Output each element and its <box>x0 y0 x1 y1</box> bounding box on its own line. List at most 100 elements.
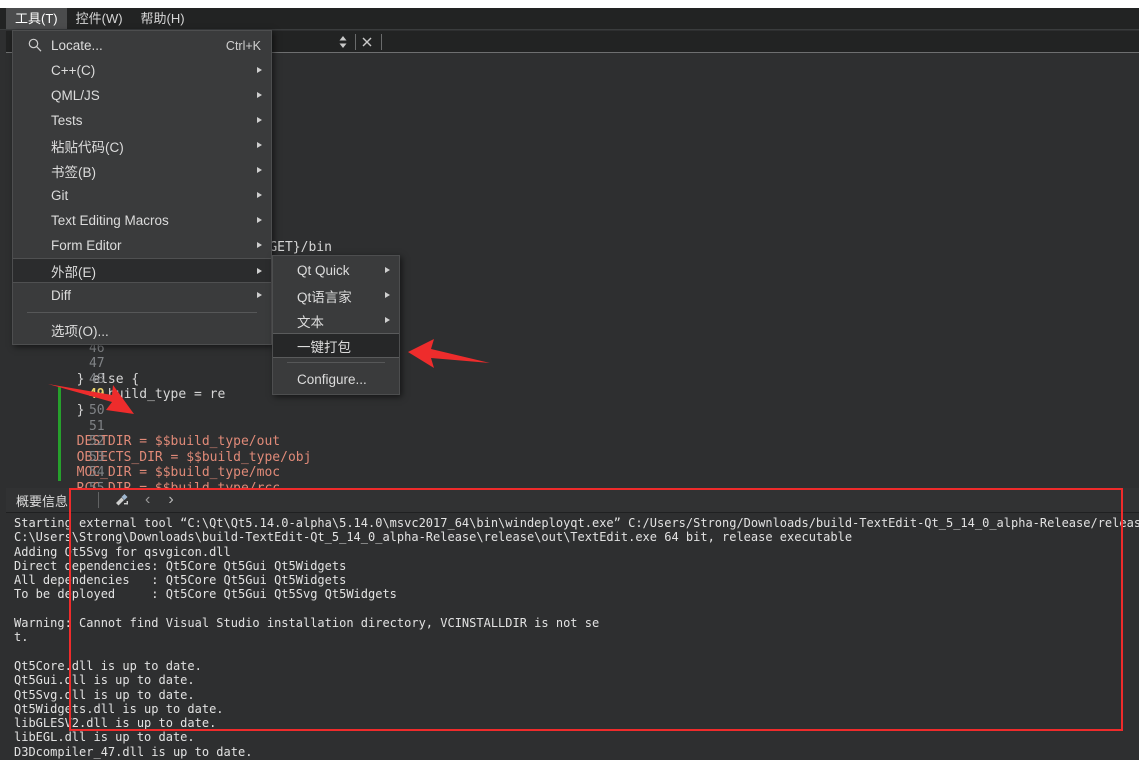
submenu-item-qt-linguist[interactable]: Qt语言家 <box>273 283 399 308</box>
menu-item-external[interactable]: 外部(E) <box>13 258 271 283</box>
submenu-item-qt-quick[interactable]: Qt Quick <box>273 258 399 283</box>
tools-menu-popup[interactable]: Locate... Ctrl+K C++(C) QML/JS Tests 粘贴代… <box>12 30 272 345</box>
code-line-current[interactable]: 49 <box>6 371 1139 402</box>
output-pane-header: 概要信息 ‹ › <box>6 488 1139 513</box>
console-line: Warning: Cannot find Visual Studio insta… <box>14 616 600 631</box>
toolbar-separator-2 <box>381 34 382 50</box>
chevron-right-icon <box>385 292 390 298</box>
menu-item-form-editor[interactable]: Form Editor <box>13 233 271 258</box>
code-line[interactable]: 48 } <box>6 356 1139 418</box>
console-line: t. <box>14 630 29 645</box>
chevron-right-icon <box>257 67 262 73</box>
menu-item-tests[interactable]: Tests <box>13 108 271 133</box>
external-submenu-popup[interactable]: Qt Quick Qt语言家 文本 一键打包 Configure... <box>272 255 400 395</box>
menu-item-label: 书签(B) <box>51 164 96 180</box>
submenu-item-label: Configure... <box>297 372 367 387</box>
chevron-right-icon <box>257 117 262 123</box>
menu-item-diff[interactable]: Diff <box>13 283 271 308</box>
console-line: Adding Qt5Svg for qsvgicon.dll <box>14 544 231 559</box>
submenu-item-label: 文本 <box>297 314 324 330</box>
console-line: All dependencies : Qt5Core Qt5Gui Qt5Wid… <box>14 573 347 588</box>
menu-item-label: 外部(E) <box>51 264 96 280</box>
menu-item-options[interactable]: 选项(O)... <box>13 317 271 342</box>
output-pane-title: 概要信息 <box>16 493 69 509</box>
code-line[interactable]: 52 MOC_DIR = $$build_type/moc <box>6 418 1139 480</box>
clear-pane-icon[interactable] <box>113 491 131 509</box>
menu-item-text-editing-macros[interactable]: Text Editing Macros <box>13 208 271 233</box>
menu-item-label: C++(C) <box>51 63 96 78</box>
sort-updown-icon[interactable] <box>336 34 350 50</box>
console-line: libGLESV2.dll is up to date. <box>14 716 217 731</box>
chevron-right-icon <box>257 268 262 274</box>
submenu-item-label: Qt语言家 <box>297 289 352 305</box>
submenu-item-label: Qt Quick <box>297 263 350 278</box>
menu-item-label: Tests <box>51 113 83 128</box>
chevron-right-icon <box>257 92 262 98</box>
console-line: To be deployed : Qt5Core Qt5Gui Qt5Svg Q… <box>14 587 397 602</box>
menu-item-qmljs[interactable]: QML/JS <box>13 83 271 108</box>
menu-item-shortcut: Ctrl+K <box>225 38 261 53</box>
menu-item-label: Text Editing Macros <box>51 213 169 228</box>
code-line[interactable]: 50 DESTDIR = $$build_type/out <box>6 387 1139 449</box>
chevron-right-icon <box>257 192 262 198</box>
menu-item-label: 选项(O)... <box>51 323 109 339</box>
window-chrome-strip <box>0 0 1139 8</box>
console-line: Qt5Widgets.dll is up to date. <box>14 701 224 716</box>
menu-item-git[interactable]: Git <box>13 183 271 208</box>
change-marker <box>58 418 61 435</box>
menu-separator <box>27 312 257 313</box>
qtcreator-window: 工具(T) 控件(W) 帮助(H) cpp h <box>0 0 1139 760</box>
output-console-text[interactable]: Starting external tool “C:\Qt\Qt5.14.0-a… <box>6 513 1139 760</box>
code-line[interactable]: 51 OBJECTS_DIR = $$build_type/obj <box>6 402 1139 465</box>
search-icon <box>27 37 43 53</box>
output-header-separator <box>98 492 99 508</box>
console-line: D3Dcompiler_47.dll is up to date. <box>14 744 253 759</box>
chevron-right-icon <box>257 292 262 298</box>
submenu-item-text[interactable]: 文本 <box>273 308 399 333</box>
console-line: Starting external tool “C:\Qt\Qt5.14.0-a… <box>14 516 1139 530</box>
menubar: 工具(T) 控件(W) 帮助(H) <box>0 8 1139 30</box>
code-line[interactable]: 53 RCC_DIR = $$build_type/rcc <box>6 434 1139 496</box>
code-line[interactable]: 54 UI_DIR = $$build_type/ui <box>6 449 1139 512</box>
console-line: Direct dependencies: Qt5Core Qt5Gui Qt5W… <box>14 558 347 573</box>
toolbar-separator-1 <box>355 34 356 50</box>
console-line: C:\Users\Strong\Downloads\build-TextEdit… <box>14 530 853 545</box>
menu-item-label: Diff <box>51 288 72 303</box>
menu-item-paste-code[interactable]: 粘贴代码(C) <box>13 133 271 158</box>
chevron-right-icon <box>257 242 262 248</box>
chevron-right-icon <box>257 167 262 173</box>
submenu-item-one-click-package[interactable]: 一键打包 <box>273 333 399 358</box>
console-line: Qt5Gui.dll is up to date. <box>14 673 195 688</box>
chevron-right-icon[interactable]: › <box>168 492 173 508</box>
change-marker <box>58 449 61 466</box>
menu-item-cpp[interactable]: C++(C) <box>13 58 271 83</box>
chevron-right-icon <box>257 142 262 148</box>
submenu-item-configure[interactable]: Configure... <box>273 367 399 392</box>
console-line: Qt5Core.dll is up to date. <box>14 658 202 673</box>
arrow-pointing-to-destdir-line <box>48 384 134 414</box>
menu-item-label: 粘贴代码(C) <box>51 139 124 155</box>
console-line: Qt5Svg.dll is up to date. <box>14 687 195 702</box>
menu-item-label: Locate... <box>51 38 103 53</box>
output-pane: 概要信息 ‹ › Starting external tool “C:\Qt\Q… <box>6 488 1139 760</box>
menu-item-bookmarks[interactable]: 书签(B) <box>13 158 271 183</box>
submenu-separator <box>287 362 385 363</box>
code-line[interactable]: 55 <box>6 465 1139 496</box>
change-marker <box>58 434 61 450</box>
menubar-item-help[interactable]: 帮助(H) <box>132 8 194 29</box>
chevron-left-icon[interactable]: ‹ <box>145 492 150 508</box>
change-marker <box>58 465 61 481</box>
chevron-right-icon <box>385 317 390 323</box>
menu-item-label: Form Editor <box>51 238 122 253</box>
menu-item-label: QML/JS <box>51 88 100 103</box>
menu-item-label: Git <box>51 188 69 203</box>
menu-item-locate[interactable]: Locate... Ctrl+K <box>13 33 271 58</box>
chevron-right-icon <box>385 267 390 273</box>
close-icon[interactable] <box>360 34 374 50</box>
menubar-item-tools[interactable]: 工具(T) <box>6 8 67 29</box>
menubar-item-widgets[interactable]: 控件(W) <box>67 8 132 29</box>
submenu-item-label: 一键打包 <box>297 339 351 355</box>
chevron-right-icon <box>257 217 262 223</box>
